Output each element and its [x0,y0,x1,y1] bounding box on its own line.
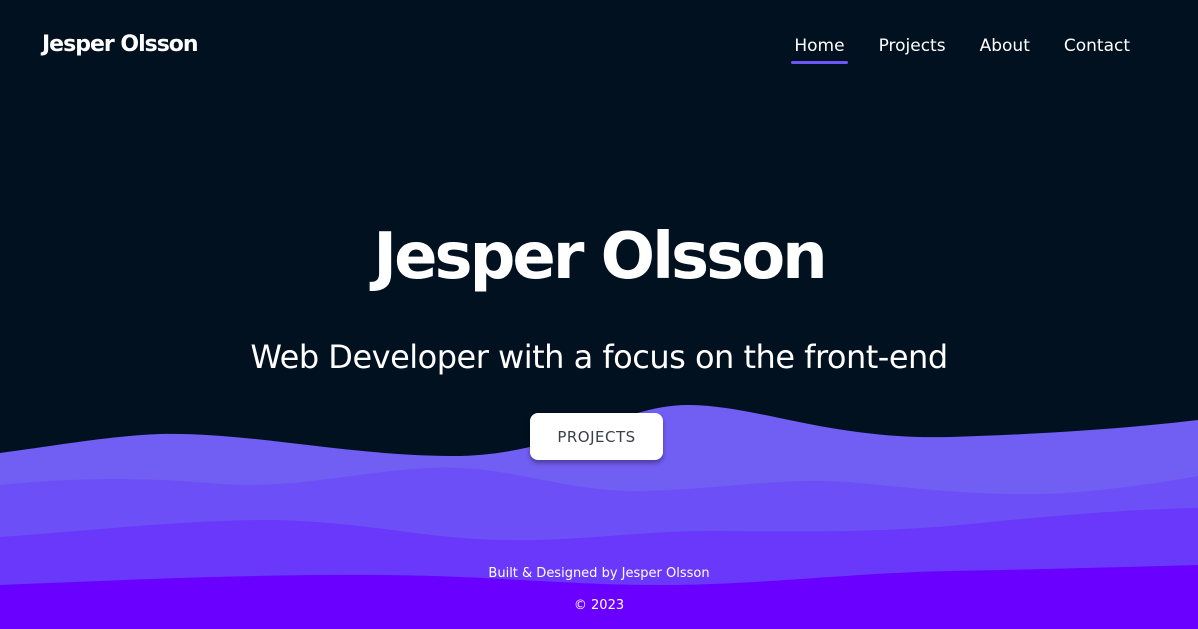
hero-section: Jesper Olsson Web Developer with a focus… [0,215,1198,377]
brand-logo-text[interactable]: Jesper Olsson [42,32,199,57]
nav-item-contact[interactable]: Contact [1062,36,1132,62]
hero-subtitle: Web Developer with a focus on the front-… [250,338,948,376]
projects-button[interactable]: PROJECTS [530,413,663,460]
page: Jesper Olsson Home Projects About Contac… [0,0,1198,629]
nav-item-home[interactable]: Home [791,36,848,64]
nav-item-projects[interactable]: Projects [877,36,948,62]
nav-links: Home Projects About Contact [791,36,1132,64]
footer-credit: Built & Designed by Jesper Olsson [488,566,710,581]
top-navigation: Jesper Olsson Home Projects About Contac… [0,0,1198,96]
hero-title: Jesper Olsson [373,220,827,294]
nav-item-about[interactable]: About [978,36,1032,62]
footer: Built & Designed by Jesper Olsson © 2023 [0,564,1198,616]
footer-copyright: © 2023 [573,598,625,613]
